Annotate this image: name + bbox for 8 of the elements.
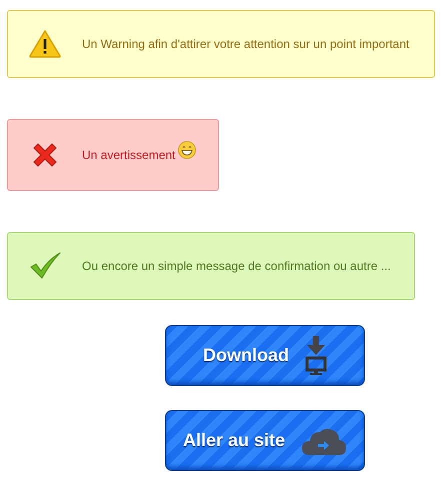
alert-message: Ou encore un simple message de confirmation ou autre ... [82,258,391,275]
download-button[interactable]: Download [165,325,365,386]
download-to-computer-icon [305,336,327,376]
alert-message: Un Warning afin d'attirer votre attention sur un point important [82,36,410,53]
warning-icon [29,30,61,58]
checkmark-icon [29,252,61,280]
alert-message: Un avertissement [82,147,176,164]
site-button[interactable]: Aller au site [165,410,365,471]
